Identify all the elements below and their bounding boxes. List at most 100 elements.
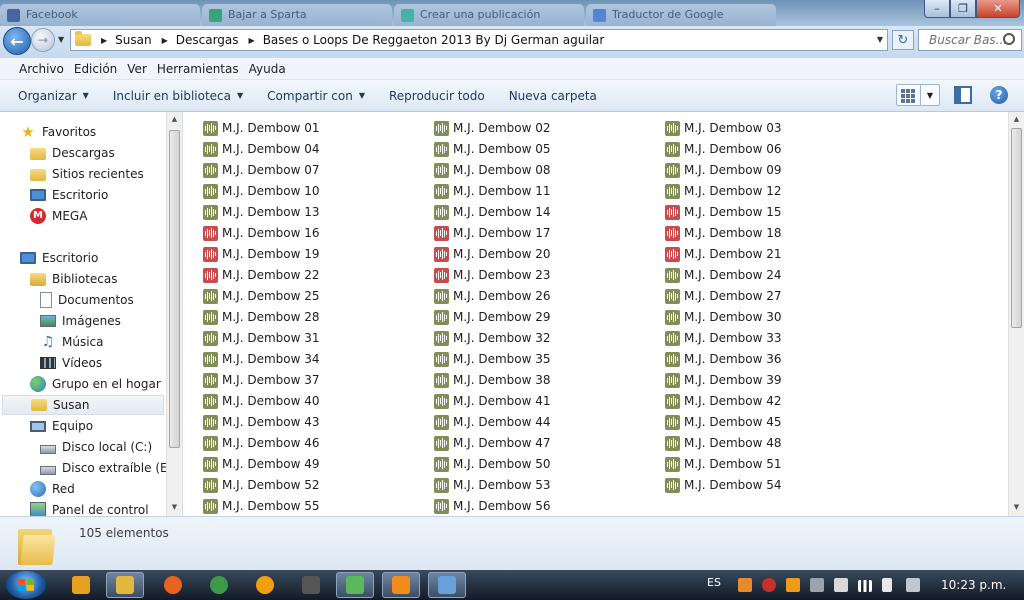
file-item[interactable]: M.J. Dembow 25 (203, 286, 320, 306)
breadcrumb-item[interactable]: Descargas (176, 33, 239, 47)
sidebar-item[interactable]: Disco extraíble (E:) (40, 458, 176, 478)
file-item[interactable]: M.J. Dembow 48 (665, 433, 782, 453)
taskbar-button[interactable] (154, 572, 192, 598)
file-item[interactable]: M.J. Dembow 20 (434, 244, 551, 264)
scroll-down-arrow[interactable]: ▼ (1009, 500, 1024, 515)
scroll-down-arrow[interactable]: ▼ (167, 500, 182, 515)
recent-pages-dropdown[interactable]: ▼ (58, 35, 64, 44)
sidebar-item[interactable]: Sitios recientes (30, 164, 144, 184)
file-item[interactable]: M.J. Dembow 11 (434, 181, 551, 201)
file-item[interactable]: M.J. Dembow 28 (203, 307, 320, 327)
file-scroll-thumb[interactable] (1011, 128, 1022, 328)
file-item[interactable]: M.J. Dembow 21 (665, 244, 782, 264)
file-item[interactable]: M.J. Dembow 24 (665, 265, 782, 285)
browser-tab[interactable]: Facebook (0, 4, 200, 26)
sidebar-item[interactable]: Escritorio (20, 248, 98, 268)
file-item[interactable]: M.J. Dembow 53 (434, 475, 551, 495)
file-item[interactable]: M.J. Dembow 17 (434, 223, 551, 243)
file-item[interactable]: M.J. Dembow 14 (434, 202, 551, 222)
file-item[interactable]: M.J. Dembow 31 (203, 328, 320, 348)
file-item[interactable]: M.J. Dembow 41 (434, 391, 551, 411)
file-item[interactable]: M.J. Dembow 56 (434, 496, 551, 516)
file-item[interactable]: M.J. Dembow 18 (665, 223, 782, 243)
network-signal-icon[interactable] (858, 580, 872, 592)
command-button[interactable]: Organizar ▼ (12, 89, 95, 103)
file-item[interactable]: M.J. Dembow 04 (203, 139, 320, 159)
file-item[interactable]: M.J. Dembow 40 (203, 391, 320, 411)
file-item[interactable]: M.J. Dembow 19 (203, 244, 320, 264)
language-indicator[interactable]: ES (707, 576, 721, 589)
breadcrumb-item[interactable]: Bases o Loops De Reggaeton 2013 By Dj Ge… (263, 33, 605, 47)
file-item[interactable]: M.J. Dembow 47 (434, 433, 551, 453)
file-item[interactable]: M.J. Dembow 46 (203, 433, 320, 453)
browser-tab[interactable]: Crear una publicación (394, 4, 584, 26)
sidebar-item[interactable]: M MEGA (30, 206, 87, 226)
menu-item[interactable]: Ayuda (244, 62, 291, 76)
command-button[interactable]: Reproducir todo (383, 89, 491, 103)
file-item[interactable]: M.J. Dembow 07 (203, 160, 320, 180)
file-item[interactable]: M.J. Dembow 51 (665, 454, 782, 474)
file-item[interactable]: M.J. Dembow 45 (665, 412, 782, 432)
file-item[interactable]: M.J. Dembow 43 (203, 412, 320, 432)
file-item[interactable]: M.J. Dembow 44 (434, 412, 551, 432)
file-item[interactable]: M.J. Dembow 30 (665, 307, 782, 327)
file-item[interactable]: M.J. Dembow 26 (434, 286, 551, 306)
file-item[interactable]: M.J. Dembow 10 (203, 181, 320, 201)
chevron-right-icon[interactable]: ▶ (162, 36, 168, 45)
tray-icon[interactable] (810, 578, 824, 592)
file-item[interactable]: M.J. Dembow 16 (203, 223, 320, 243)
file-item[interactable]: M.J. Dembow 34 (203, 349, 320, 369)
file-item[interactable]: M.J. Dembow 42 (665, 391, 782, 411)
chevron-right-icon[interactable]: ▶ (101, 36, 107, 45)
file-item[interactable]: M.J. Dembow 06 (665, 139, 782, 159)
browser-tab[interactable]: Bajar a Sparta (202, 4, 392, 26)
sidebar-item[interactable]: Susan (2, 395, 164, 415)
file-item[interactable]: M.J. Dembow 50 (434, 454, 551, 474)
help-button[interactable]: ? (990, 86, 1008, 104)
file-item[interactable]: M.J. Dembow 52 (203, 475, 320, 495)
volume-icon[interactable] (882, 578, 892, 592)
file-item[interactable]: M.J. Dembow 05 (434, 139, 551, 159)
maximize-button[interactable]: ❐ (950, 0, 976, 18)
file-item[interactable]: M.J. Dembow 27 (665, 286, 782, 306)
command-button[interactable]: Compartir con ▼ (261, 89, 371, 103)
sidebar-item[interactable]: Panel de control (30, 500, 149, 516)
taskbar-button[interactable] (382, 572, 420, 598)
mega-tray-icon[interactable] (762, 578, 776, 592)
tray-flag-icon[interactable] (906, 578, 920, 592)
address-dropdown[interactable]: ▼ (877, 35, 883, 44)
menu-item[interactable]: Herramientas (152, 62, 244, 76)
command-button[interactable]: Nueva carpeta (503, 89, 603, 103)
file-item[interactable]: M.J. Dembow 33 (665, 328, 782, 348)
refresh-button[interactable]: ↻ (892, 30, 914, 50)
file-item[interactable]: M.J. Dembow 39 (665, 370, 782, 390)
taskbar-button[interactable] (62, 572, 100, 598)
file-item[interactable]: M.J. Dembow 54 (665, 475, 782, 495)
sidebar-item[interactable]: Red (30, 479, 75, 499)
taskbar-button[interactable] (246, 572, 284, 598)
sidebar-item[interactable]: Escritorio (30, 185, 108, 205)
sidebar-scrollbar[interactable]: ▲ ▼ (166, 112, 182, 516)
forward-button[interactable]: → (31, 28, 55, 52)
taskbar-button[interactable] (106, 572, 144, 598)
file-item[interactable]: M.J. Dembow 55 (203, 496, 320, 516)
sidebar-item[interactable]: Disco local (C:) (40, 437, 152, 457)
avast-tray-icon[interactable] (786, 578, 800, 592)
file-item[interactable]: M.J. Dembow 03 (665, 118, 782, 138)
start-button[interactable] (6, 571, 46, 599)
file-item[interactable]: M.J. Dembow 08 (434, 160, 551, 180)
file-item[interactable]: M.J. Dembow 02 (434, 118, 551, 138)
file-item[interactable]: M.J. Dembow 23 (434, 265, 551, 285)
sidebar-item[interactable]: Documentos (40, 290, 134, 310)
taskbar-button[interactable] (336, 572, 374, 598)
file-item[interactable]: M.J. Dembow 36 (665, 349, 782, 369)
file-item[interactable]: M.J. Dembow 12 (665, 181, 782, 201)
close-button[interactable]: ✕ (976, 0, 1020, 18)
sidebar-item[interactable]: ♫ Música (40, 332, 104, 352)
file-item[interactable]: M.J. Dembow 09 (665, 160, 782, 180)
taskbar-button[interactable] (200, 572, 238, 598)
taskbar-button[interactable] (428, 572, 466, 598)
file-item[interactable]: M.J. Dembow 13 (203, 202, 320, 222)
sidebar-item[interactable]: Equipo (30, 416, 93, 436)
file-item[interactable]: M.J. Dembow 22 (203, 265, 320, 285)
